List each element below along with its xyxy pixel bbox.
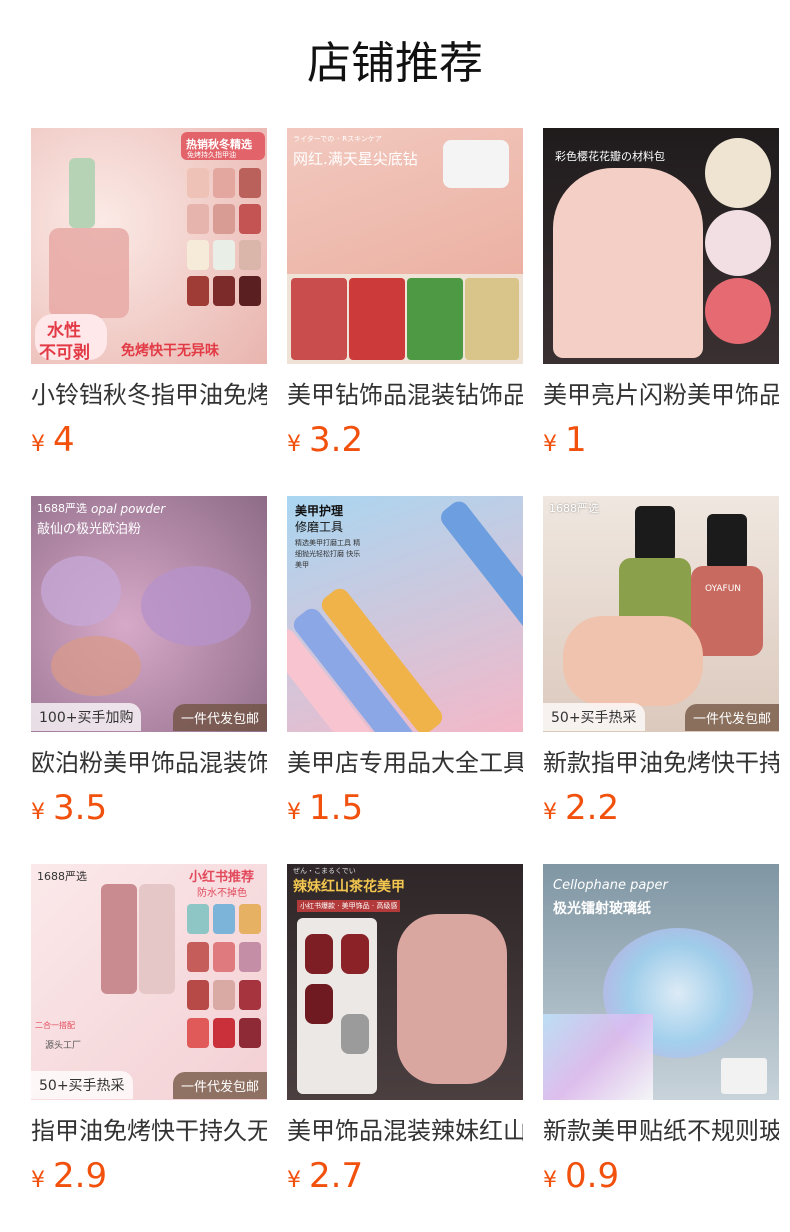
shipping-tag: 一件代发包邮: [684, 703, 779, 731]
image-sub-text: 小红书爆款 · 美甲饰品 · 高级感: [297, 900, 401, 912]
product-card[interactable]: 1688严选 OYAFUN 50+买手热采 一件代发包邮 新款指甲油免烤快干持 …: [543, 496, 779, 864]
product-name[interactable]: 新款美甲贴纸不规则玻: [543, 1114, 779, 1148]
price-value: 3.5: [53, 788, 108, 828]
product-price: ¥3.5: [31, 786, 267, 836]
price-value: 1.5: [309, 788, 364, 828]
price-value: 4: [53, 420, 75, 460]
image-script-text: opal powder: [91, 502, 166, 516]
product-image[interactable]: 1688严选 opal powder 敲仙の极光欧泊粉 100+买手加购 一件代…: [31, 496, 267, 732]
page-title: 店铺推荐: [307, 38, 483, 89]
product-image[interactable]: 热销秋冬精选 免烤持久指甲油 水性 不可剥 免烤快干无异味: [31, 128, 267, 364]
shipping-tag: 一件代发包邮: [172, 1071, 267, 1099]
product-card[interactable]: ぜん・こまるくでい 辣妹红山茶花美甲 小红书爆款 · 美甲饰品 · 高级感 美甲…: [287, 864, 523, 1232]
image-brand-text: OYAFUN: [705, 584, 742, 594]
image-desc-text: 精选美甲打磨工具 精细抛光轻松打磨 快乐美甲: [295, 539, 361, 569]
product-price: ¥1: [543, 418, 779, 468]
currency-symbol: ¥: [287, 800, 301, 825]
price-value: 0.9: [565, 1156, 620, 1196]
image-script-text: Cellophane paper: [553, 878, 668, 893]
image-tag-bar: 100+买手加购 一件代发包邮: [31, 702, 267, 732]
product-name[interactable]: 欧泊粉美甲饰品混装饰: [31, 746, 267, 780]
shipping-tag: 一件代发包邮: [172, 703, 267, 731]
product-card[interactable]: 美甲护理 修磨工具 精选美甲打磨工具 精细抛光轻松打磨 快乐美甲 美甲店专用品大…: [287, 496, 523, 864]
product-price: ¥0.9: [543, 1154, 779, 1204]
image-banner-text: 美甲护理: [295, 504, 344, 518]
product-price: ¥2.2: [543, 786, 779, 836]
price-value: 2.2: [565, 788, 620, 828]
price-value: 2.7: [309, 1156, 364, 1196]
product-price: ¥3.2: [287, 418, 523, 468]
currency-symbol: ¥: [31, 800, 45, 825]
product-image[interactable]: 彩色樱花花瓣の材料包: [543, 128, 779, 364]
product-price: ¥4: [31, 418, 267, 468]
image-badge-text: 1688严选: [37, 870, 87, 883]
currency-symbol: ¥: [287, 1168, 301, 1193]
product-name[interactable]: 新款指甲油免烤快干持: [543, 746, 779, 780]
product-name[interactable]: 美甲店专用品大全工具: [287, 746, 523, 780]
buyer-tag: 50+买手热采: [543, 703, 645, 731]
product-name[interactable]: 指甲油免烤快干持久无: [31, 1114, 267, 1148]
currency-symbol: ¥: [543, 800, 557, 825]
image-badge-text: 1688严选: [549, 502, 599, 515]
product-card[interactable]: 彩色樱花花瓣の材料包 美甲亮片闪粉美甲饰品 ¥1: [543, 128, 779, 496]
product-price: ¥2.7: [287, 1154, 523, 1204]
price-value: 1: [565, 420, 587, 460]
image-tag-bar: 50+买手热采 一件代发包邮: [543, 702, 779, 732]
image-topline-text: ライターでの ･ Rスキンケア: [293, 135, 382, 143]
product-image[interactable]: 1688严选 OYAFUN 50+买手热采 一件代发包邮: [543, 496, 779, 732]
image-banner-text: 网红.满天星尖底钻: [293, 150, 418, 168]
currency-symbol: ¥: [31, 432, 45, 457]
product-price: ¥1.5: [287, 786, 523, 836]
image-banner-text: 修磨工具: [295, 520, 344, 534]
buyer-tag: 100+买手加购: [31, 703, 142, 731]
image-stamp-text: 不可剥: [39, 343, 90, 363]
product-grid: 热销秋冬精选 免烤持久指甲油 水性 不可剥 免烤快干无异味 小铃铛秋冬指甲油免烤…: [31, 128, 779, 1232]
product-image[interactable]: ライターでの ･ Rスキンケア 网红.满天星尖底钻: [287, 128, 523, 364]
price-value: 3.2: [309, 420, 364, 460]
image-badge-text: 1688严选: [37, 502, 87, 515]
image-sub-text: 防水不掉色: [197, 888, 247, 899]
price-value: 2.9: [53, 1156, 108, 1196]
product-card[interactable]: ライターでの ･ Rスキンケア 网红.满天星尖底钻 美甲钻饰品混装钻饰品 ¥3.…: [287, 128, 523, 496]
image-sub-text: 免烤持久指甲油: [187, 151, 236, 159]
product-name[interactable]: 美甲亮片闪粉美甲饰品: [543, 378, 779, 412]
product-image[interactable]: ぜん・こまるくでい 辣妹红山茶花美甲 小红书爆款 · 美甲饰品 · 高级感: [287, 864, 523, 1100]
buyer-tag: 50+买手热采: [31, 1071, 133, 1099]
currency-symbol: ¥: [543, 432, 557, 457]
currency-symbol: ¥: [543, 1168, 557, 1193]
image-banner-text: 小红书推荐: [189, 870, 255, 885]
currency-symbol: ¥: [287, 432, 301, 457]
image-stamp-text: 免烤快干无异味: [121, 343, 219, 359]
image-banner-text: 辣妹红山茶花美甲: [293, 879, 405, 895]
image-tag-bar: 50+买手热采 一件代发包邮: [31, 1070, 267, 1100]
product-price: ¥2.9: [31, 1154, 267, 1204]
product-image[interactable]: Cellophane paper 极光镭射玻璃纸: [543, 864, 779, 1100]
product-name[interactable]: 美甲钻饰品混装钻饰品: [287, 378, 523, 412]
product-card[interactable]: Cellophane paper 极光镭射玻璃纸 新款美甲贴纸不规则玻 ¥0.9: [543, 864, 779, 1232]
product-card[interactable]: 热销秋冬精选 免烤持久指甲油 水性 不可剥 免烤快干无异味 小铃铛秋冬指甲油免烤…: [31, 128, 267, 496]
image-note-text: 二合一搭配: [35, 1021, 75, 1030]
image-banner-text: 极光镭射玻璃纸: [553, 901, 651, 917]
product-image[interactable]: 1688严选 小红书推荐 防水不掉色 二合一搭配 源头工厂 50+买手热采 一件…: [31, 864, 267, 1100]
product-card[interactable]: 1688严选 小红书推荐 防水不掉色 二合一搭配 源头工厂 50+买手热采 一件…: [31, 864, 267, 1232]
product-name[interactable]: 小铃铛秋冬指甲油免烤: [31, 378, 267, 412]
image-banner-text: 敲仙の极光欧泊粉: [37, 522, 142, 537]
image-brand-text: 源头工厂: [45, 1041, 82, 1051]
currency-symbol: ¥: [31, 1168, 45, 1193]
product-image[interactable]: 美甲护理 修磨工具 精选美甲打磨工具 精细抛光轻松打磨 快乐美甲: [287, 496, 523, 732]
product-name[interactable]: 美甲饰品混装辣妹红山: [287, 1114, 523, 1148]
image-topline-text: ぜん・こまるくでい: [293, 867, 356, 875]
image-banner-text: 彩色樱花花瓣の材料包: [555, 150, 665, 163]
product-card[interactable]: 1688严选 opal powder 敲仙の极光欧泊粉 100+买手加购 一件代…: [31, 496, 267, 864]
